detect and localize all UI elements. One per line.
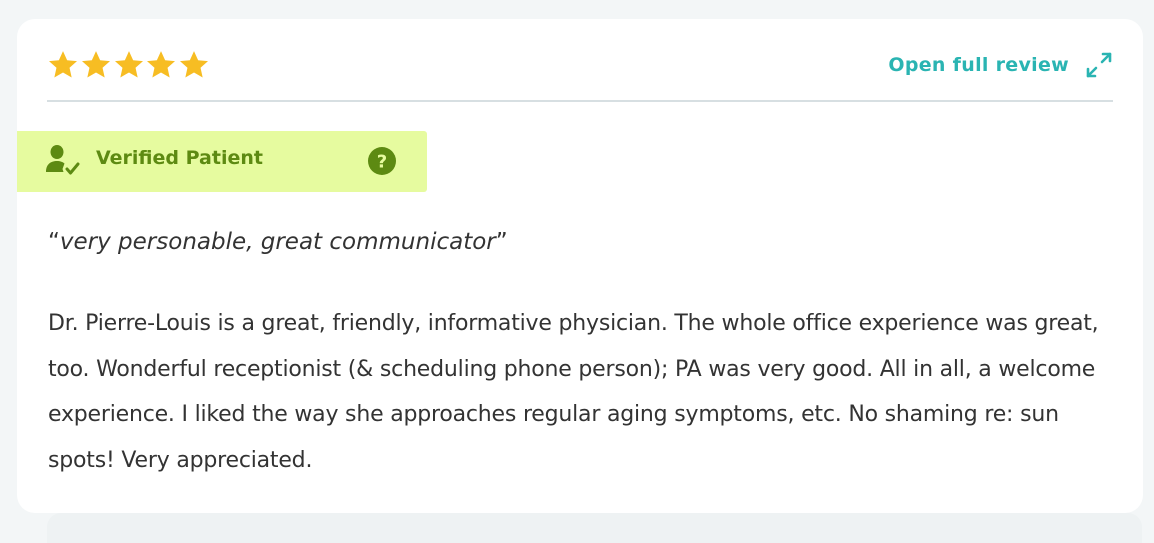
expand-icon[interactable] (1085, 51, 1113, 79)
star-icon (145, 49, 177, 81)
next-review-card (47, 513, 1142, 543)
verified-patient-banner: Verified Patient ? (17, 131, 427, 192)
review-title-text: very personable, great communicator (59, 229, 496, 255)
close-quote: ” (495, 229, 508, 255)
open-full-review-link[interactable]: Open full review (888, 49, 1113, 81)
open-quote: “ (48, 229, 60, 255)
star-icon (47, 49, 79, 81)
verified-patient-icon (46, 142, 82, 178)
svg-text:?: ? (377, 152, 387, 173)
open-full-review-label[interactable]: Open full review (888, 54, 1069, 76)
review-body: Dr. Pierre-Louis is a great, friendly, i… (48, 311, 1099, 473)
star-icon (178, 49, 210, 81)
verified-patient-label: Verified Patient (96, 147, 263, 169)
review-card: Open full review Verified Patient ? “ver… (17, 19, 1143, 513)
star-rating (47, 47, 211, 83)
star-icon (113, 49, 145, 81)
review-card-header: Open full review (47, 19, 1113, 102)
question-mark-icon[interactable]: ? (368, 147, 396, 175)
review-title: “very personable, great communicator” (48, 229, 508, 255)
star-icon (80, 49, 112, 81)
